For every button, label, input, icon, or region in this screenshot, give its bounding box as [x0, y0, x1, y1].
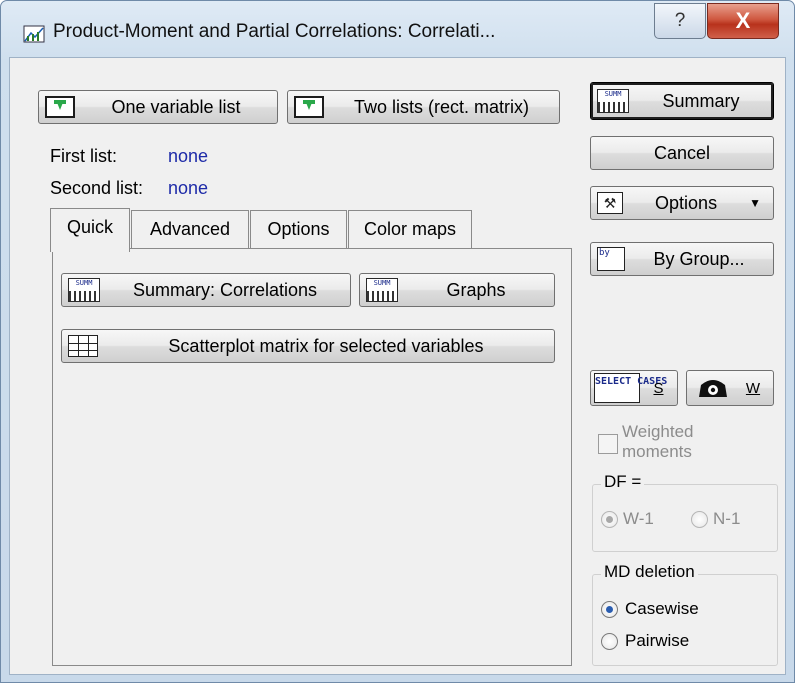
two-lists-button[interactable]: Two lists (rect. matrix) — [287, 90, 560, 124]
select-cases-button[interactable]: SELECT CASES S — [590, 370, 678, 406]
md-deletion-title: MD deletion — [601, 562, 698, 582]
graphs-button[interactable]: SUMM Graphs — [359, 273, 555, 307]
df-w1-label: W-1 — [623, 509, 654, 528]
df-group-title: DF = — [601, 472, 645, 492]
summary-table-icon: SUMM — [68, 278, 100, 302]
summary-label[interactable]: Summary — [629, 91, 773, 112]
select-cases-shortcut: S — [653, 379, 664, 397]
summary-correlations-button[interactable]: SUMM Summary: Correlations — [61, 273, 351, 307]
two-lists-label: Two lists (rect. matrix) — [353, 96, 529, 117]
casewise-radio[interactable] — [601, 601, 618, 618]
scatterplot-matrix-icon — [68, 335, 98, 357]
df-group: DF = W-1 N-1 — [592, 472, 778, 552]
dropdown-arrow-icon: ▼ — [749, 196, 761, 210]
variables-icon — [294, 96, 324, 118]
df-n1-label: N-1 — [713, 509, 741, 528]
dialog-client-area: One variable list Two lists (rect. matri… — [9, 57, 786, 675]
pairwise-radio[interactable] — [601, 633, 618, 650]
tab-color-maps[interactable]: Color maps — [348, 210, 472, 248]
df-w1-radio[interactable] — [601, 511, 618, 528]
one-variable-list-label: One variable list — [111, 96, 241, 117]
md-deletion-group: MD deletion Casewise Pairwise — [592, 562, 778, 666]
cancel-label: Cancel — [653, 142, 711, 163]
quick-tab-panel: SUMM Summary: Correlations SUMM Graphs S… — [52, 248, 572, 666]
title-bar[interactable]: Product-Moment and Partial Correlations:… — [1, 1, 794, 57]
df-n1-radio[interactable] — [691, 511, 708, 528]
cancel-button[interactable]: Cancel — [590, 136, 774, 170]
one-variable-list-button[interactable]: One variable list — [38, 90, 278, 124]
select-cases-icon: SELECT CASES — [594, 373, 667, 403]
tab-advanced[interactable]: Advanced — [131, 210, 249, 248]
second-list-value: none — [168, 178, 209, 198]
summary-icon: SUMM — [597, 89, 629, 113]
case-weights-button[interactable]: W — [686, 370, 774, 406]
summary-button[interactable]: SUMM Summary — [590, 82, 774, 120]
second-list-label: Second list: — [50, 178, 144, 198]
by-group-button[interactable]: by By Group... — [590, 242, 774, 276]
weighted-moments-label: Weighted moments — [622, 422, 694, 461]
close-button[interactable]: X — [707, 3, 779, 39]
by-group-icon: by — [597, 247, 625, 271]
case-weights-shortcut: W — [745, 379, 761, 397]
summary-correlations-label: Summary: Correlations — [132, 279, 318, 300]
graphs-table-icon: SUMM — [366, 278, 398, 302]
options-wrench-icon: ⚒ — [597, 192, 623, 214]
weight-icon — [699, 380, 727, 397]
variables-icon — [45, 96, 75, 118]
scatterplot-matrix-label: Scatterplot matrix for selected variable… — [168, 335, 484, 356]
options-dropdown-button[interactable]: ⚒ Options ▼ — [590, 186, 774, 220]
first-list-label: First list: — [50, 146, 117, 166]
help-button[interactable]: ? — [654, 3, 706, 39]
by-group-label: By Group... — [653, 248, 745, 269]
weighted-moments-checkbox[interactable] — [598, 434, 618, 454]
options-label: Options — [655, 192, 718, 213]
casewise-label: Casewise — [625, 599, 699, 618]
tab-options[interactable]: Options — [250, 210, 347, 248]
pairwise-label: Pairwise — [625, 631, 690, 650]
first-list-value: none — [168, 146, 209, 166]
graphs-label: Graphs — [446, 279, 506, 300]
dialog-window: Product-Moment and Partial Correlations:… — [0, 0, 795, 683]
window-title: Product-Moment and Partial Correlations:… — [53, 21, 496, 42]
tab-quick[interactable]: Quick — [50, 208, 130, 252]
scatterplot-matrix-button[interactable]: Scatterplot matrix for selected variable… — [61, 329, 555, 363]
chart-app-icon — [23, 25, 45, 43]
